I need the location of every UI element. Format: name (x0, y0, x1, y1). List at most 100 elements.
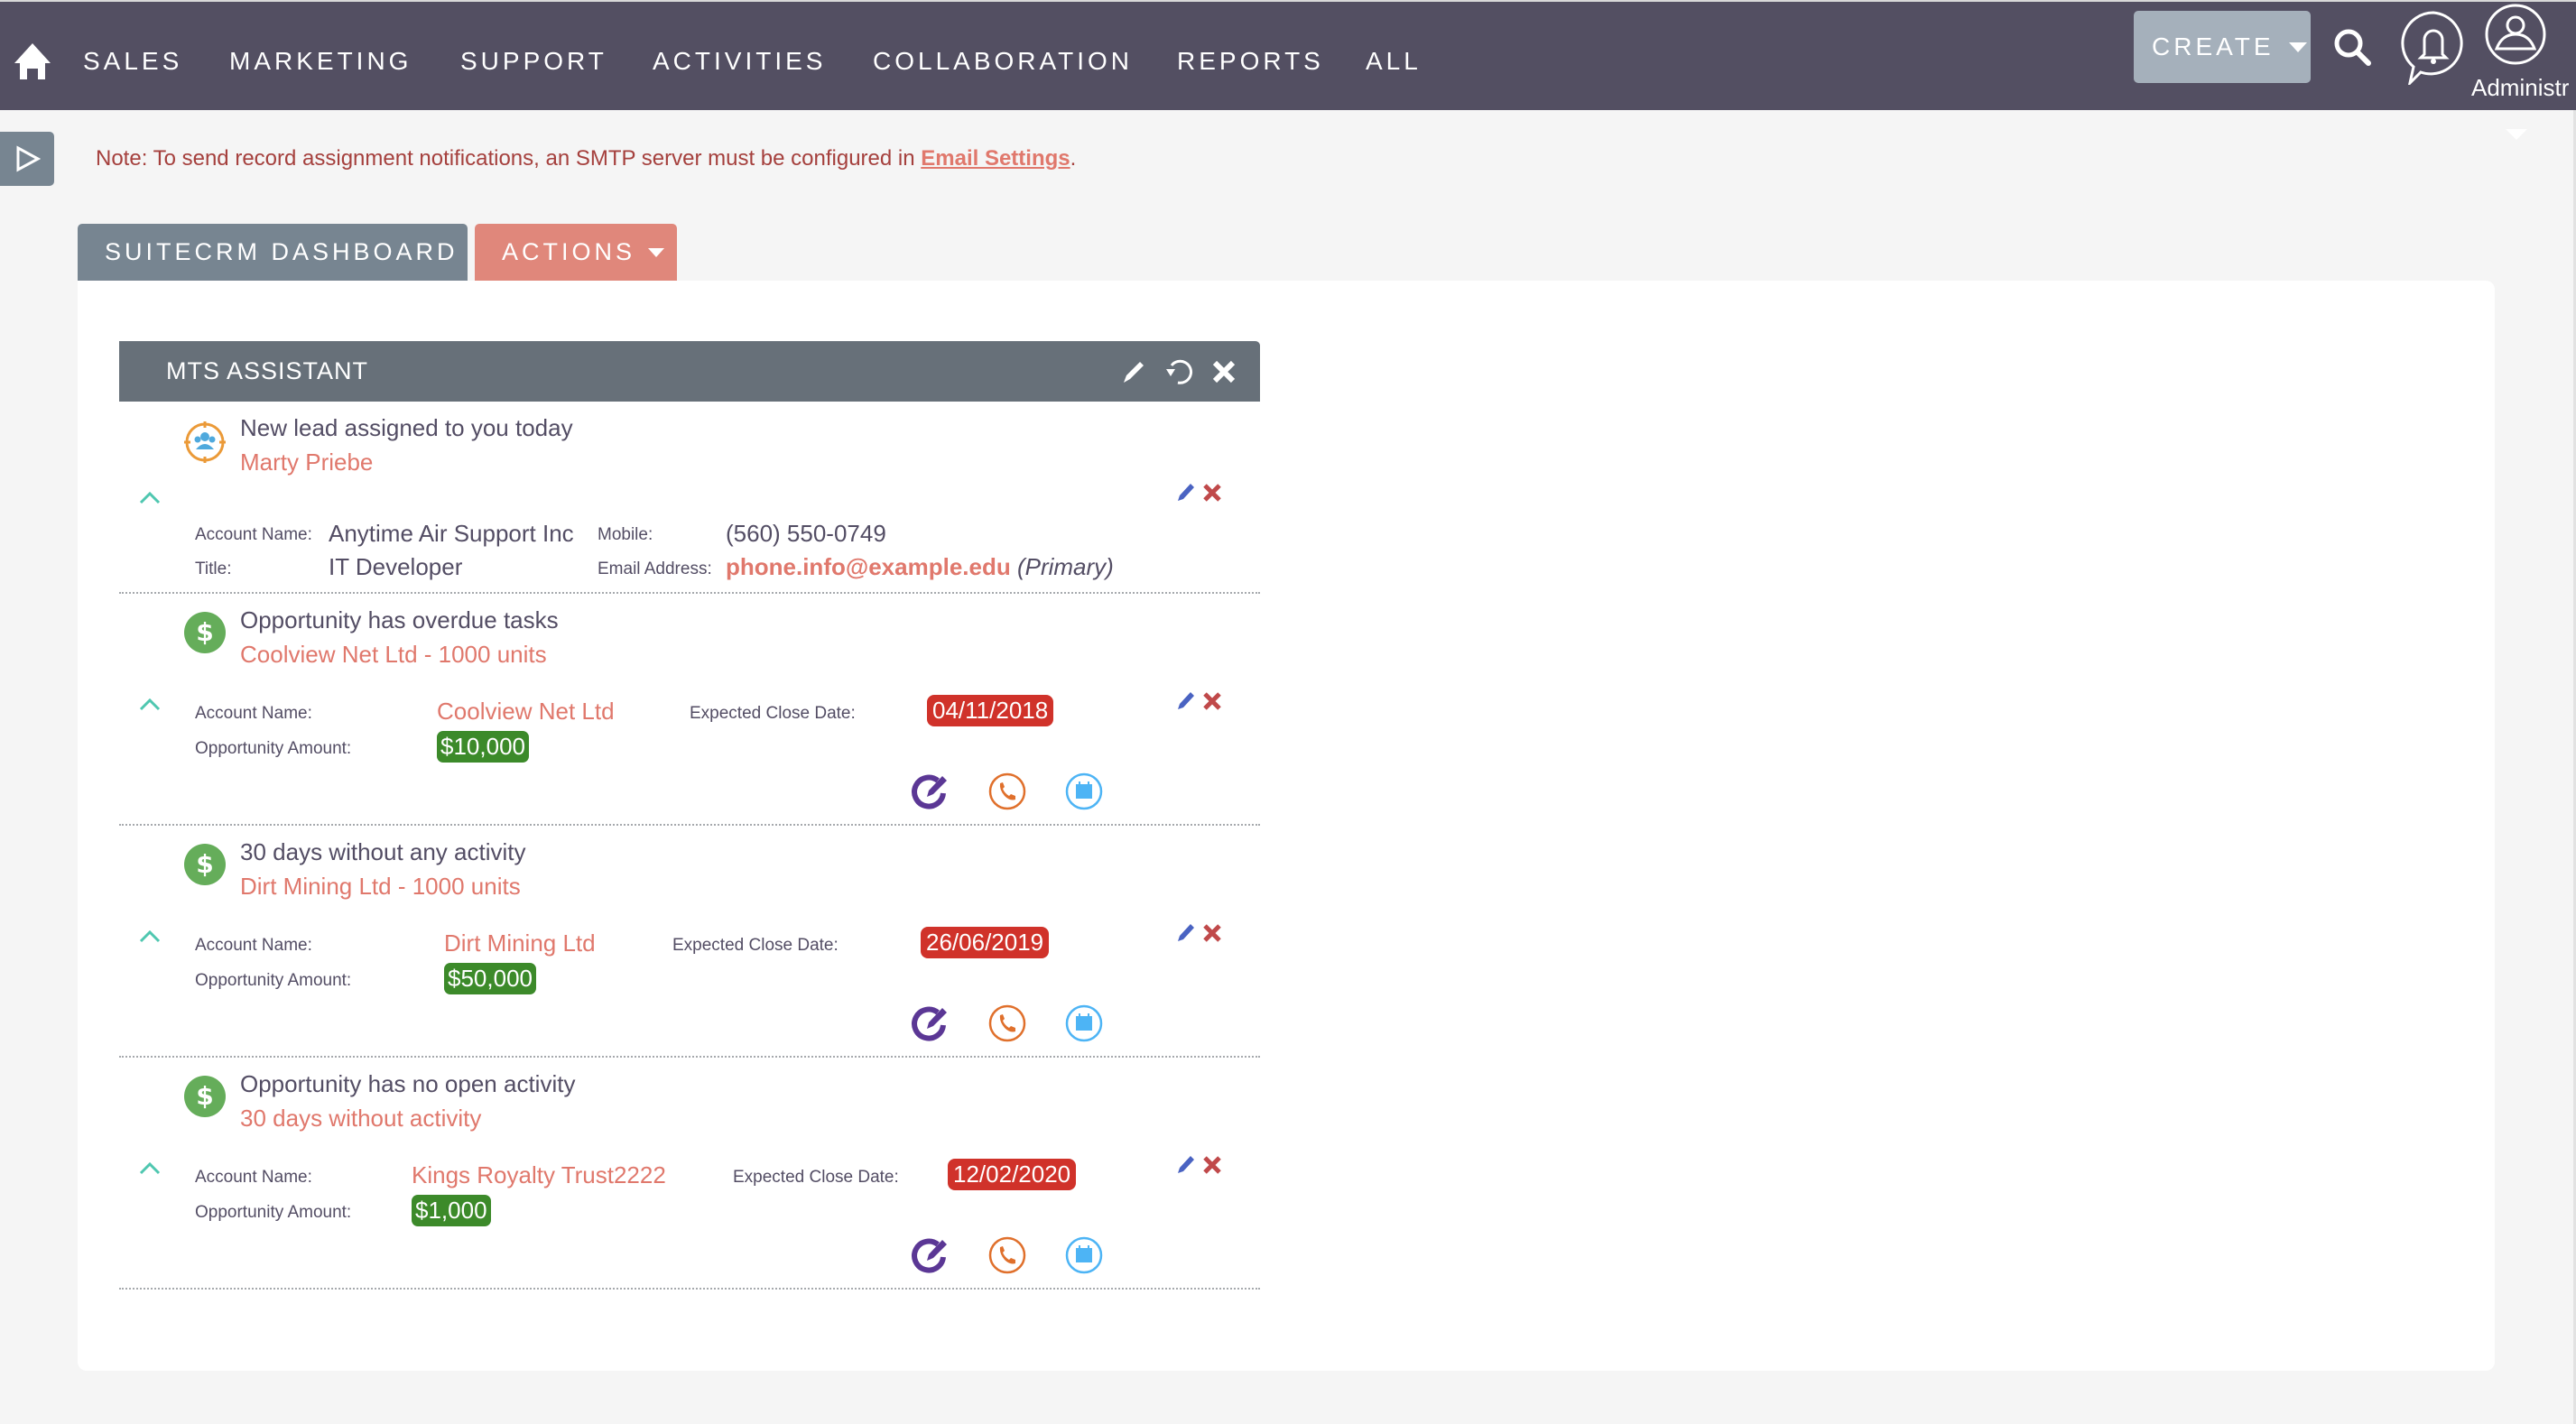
nav-all[interactable]: ALL (1366, 47, 1422, 76)
top-navigation-bar: SALES MARKETING SUPPORT ACTIVITIES COLLA… (0, 2, 2576, 110)
tab-actions-label: ACTIONS (502, 238, 636, 265)
nav-collaboration[interactable]: COLLABORATION (873, 47, 1133, 76)
notice-text: Note: To send record assignment notifica… (96, 146, 922, 171)
amount-badge: $50,000 (444, 963, 536, 994)
tab-suitecrm-dashboard[interactable]: SUITECRM DASHBOARD (78, 224, 468, 281)
email-address[interactable]: phone.info@example.edu (726, 553, 1011, 580)
create-task-icon[interactable] (911, 1003, 950, 1043)
nav-marketing[interactable]: MARKETING (229, 47, 412, 76)
search-icon[interactable] (2332, 27, 2374, 69)
mobile-label: Mobile: (598, 525, 653, 544)
schedule-meeting-icon[interactable] (1064, 772, 1104, 811)
create-label: CREATE (2152, 32, 2275, 60)
user-name[interactable]: Administr (2471, 74, 2569, 102)
edit-row-icon[interactable] (1175, 921, 1197, 943)
caret-down-icon (648, 247, 665, 257)
create-task-icon[interactable] (911, 1235, 950, 1275)
home-icon[interactable] (13, 42, 52, 81)
amount-badge: $10,000 (437, 731, 529, 763)
list-item-opportunity: $ Opportunity has no open activity 30 da… (119, 1058, 1260, 1290)
email-value-link[interactable]: phone.info@example.edu (Primary) (726, 553, 1114, 581)
edit-row-icon[interactable] (1175, 1153, 1197, 1175)
sidebar-toggle-button[interactable] (0, 132, 54, 186)
dollar-icon: $ (182, 1074, 227, 1119)
dashlet-header[interactable]: MTS ASSISTANT (119, 341, 1260, 402)
notifications-bell-icon[interactable] (2399, 9, 2468, 88)
schedule-meeting-icon[interactable] (1064, 1003, 1104, 1043)
close-date-label: Expected Close Date: (672, 936, 839, 955)
tab-dashboard-label: SUITECRM DASHBOARD (105, 238, 459, 265)
email-label: Email Address: (598, 559, 712, 578)
amount-badge: $1,000 (412, 1195, 491, 1226)
nav-reports[interactable]: REPORTS (1177, 47, 1324, 76)
item-title: Opportunity has no open activity (240, 1070, 576, 1097)
edit-dashlet-icon[interactable] (1117, 356, 1150, 388)
account-name-label: Account Name: (195, 936, 312, 955)
close-date-label: Expected Close Date: (690, 704, 856, 723)
create-task-icon[interactable] (911, 772, 950, 811)
item-title: Opportunity has overdue tasks (240, 606, 559, 633)
account-name-label: Account Name: (195, 1168, 312, 1187)
opportunity-link[interactable]: Dirt Mining Ltd - 1000 units (240, 873, 521, 901)
edit-row-icon[interactable] (1175, 481, 1197, 503)
account-name-link[interactable]: Coolview Net Ltd (437, 698, 615, 726)
nav-activities[interactable]: ACTIVITIES (653, 47, 826, 76)
opportunity-link[interactable]: 30 days without activity (240, 1105, 481, 1133)
email-primary-tag: (Primary) (1016, 553, 1114, 580)
schedule-call-icon[interactable] (987, 1235, 1027, 1275)
caret-down-icon (2288, 42, 2307, 52)
amount-label: Opportunity Amount: (195, 971, 352, 990)
title-label: Title: (195, 559, 232, 578)
email-settings-link[interactable]: Email Settings (921, 146, 1070, 171)
nav-support[interactable]: SUPPORT (460, 47, 607, 76)
amount-label: Opportunity Amount: (195, 739, 352, 758)
svg-text:$: $ (196, 849, 213, 879)
create-button[interactable]: CREATE (2134, 11, 2311, 83)
schedule-call-icon[interactable] (987, 1003, 1027, 1043)
delete-row-icon[interactable] (1202, 691, 1222, 711)
lead-link[interactable]: Marty Priebe (240, 448, 373, 476)
user-menu-caret-icon[interactable] (2506, 129, 2527, 140)
close-date-badge: 04/11/2018 (927, 695, 1054, 726)
svg-text:$: $ (196, 617, 213, 647)
schedule-call-icon[interactable] (987, 772, 1027, 811)
account-name-label: Account Name: (195, 525, 312, 544)
collapse-chevron-icon[interactable] (137, 927, 162, 945)
item-title: New lead assigned to you today (240, 414, 573, 441)
dollar-icon: $ (182, 842, 227, 887)
account-name-label: Account Name: (195, 704, 312, 723)
opportunity-link[interactable]: Coolview Net Ltd - 1000 units (240, 641, 547, 669)
item-title: 30 days without any activity (240, 838, 526, 865)
close-date-badge: 12/02/2020 (948, 1159, 1077, 1190)
edit-row-icon[interactable] (1175, 689, 1197, 711)
delete-row-icon[interactable] (1202, 483, 1222, 503)
close-date-badge: 26/06/2019 (921, 927, 1050, 958)
account-name-link[interactable]: Dirt Mining Ltd (444, 929, 596, 957)
schedule-meeting-icon[interactable] (1064, 1235, 1104, 1275)
list-item-opportunity: $ Opportunity has overdue tasks Coolview… (119, 594, 1260, 826)
play-arrow-icon (16, 145, 41, 172)
delete-row-icon[interactable] (1202, 923, 1222, 943)
list-item-lead: New lead assigned to you today Marty Pri… (119, 402, 1260, 594)
actions-dropdown-button[interactable]: ACTIONS (475, 224, 677, 281)
collapse-chevron-icon[interactable] (137, 695, 162, 713)
user-avatar-icon[interactable] (2484, 2, 2547, 67)
collapse-chevron-icon[interactable] (137, 1159, 162, 1177)
refresh-dashlet-icon[interactable] (1163, 356, 1195, 388)
dollar-icon: $ (182, 610, 227, 655)
amount-label: Opportunity Amount: (195, 1203, 352, 1222)
notice-suffix: . (1070, 146, 1077, 171)
account-name-link[interactable]: Kings Royalty Trust2222 (412, 1161, 666, 1189)
mobile-value: (560) 550-0749 (726, 520, 886, 547)
mts-assistant-dashlet: MTS ASSISTANT New lead assigned to you t… (119, 341, 1260, 1290)
close-dashlet-icon[interactable] (1208, 356, 1240, 388)
list-item-opportunity: $ 30 days without any activity Dirt Mini… (119, 826, 1260, 1058)
close-date-label: Expected Close Date: (733, 1168, 899, 1187)
account-name-value: Anytime Air Support Inc (329, 520, 574, 547)
collapse-chevron-icon[interactable] (137, 488, 162, 506)
smtp-notice: Note: To send record assignment notifica… (96, 146, 1076, 171)
lead-target-icon (182, 420, 227, 465)
delete-row-icon[interactable] (1202, 1155, 1222, 1175)
nav-sales[interactable]: SALES (83, 47, 182, 76)
dashlet-title: MTS ASSISTANT (166, 357, 369, 384)
